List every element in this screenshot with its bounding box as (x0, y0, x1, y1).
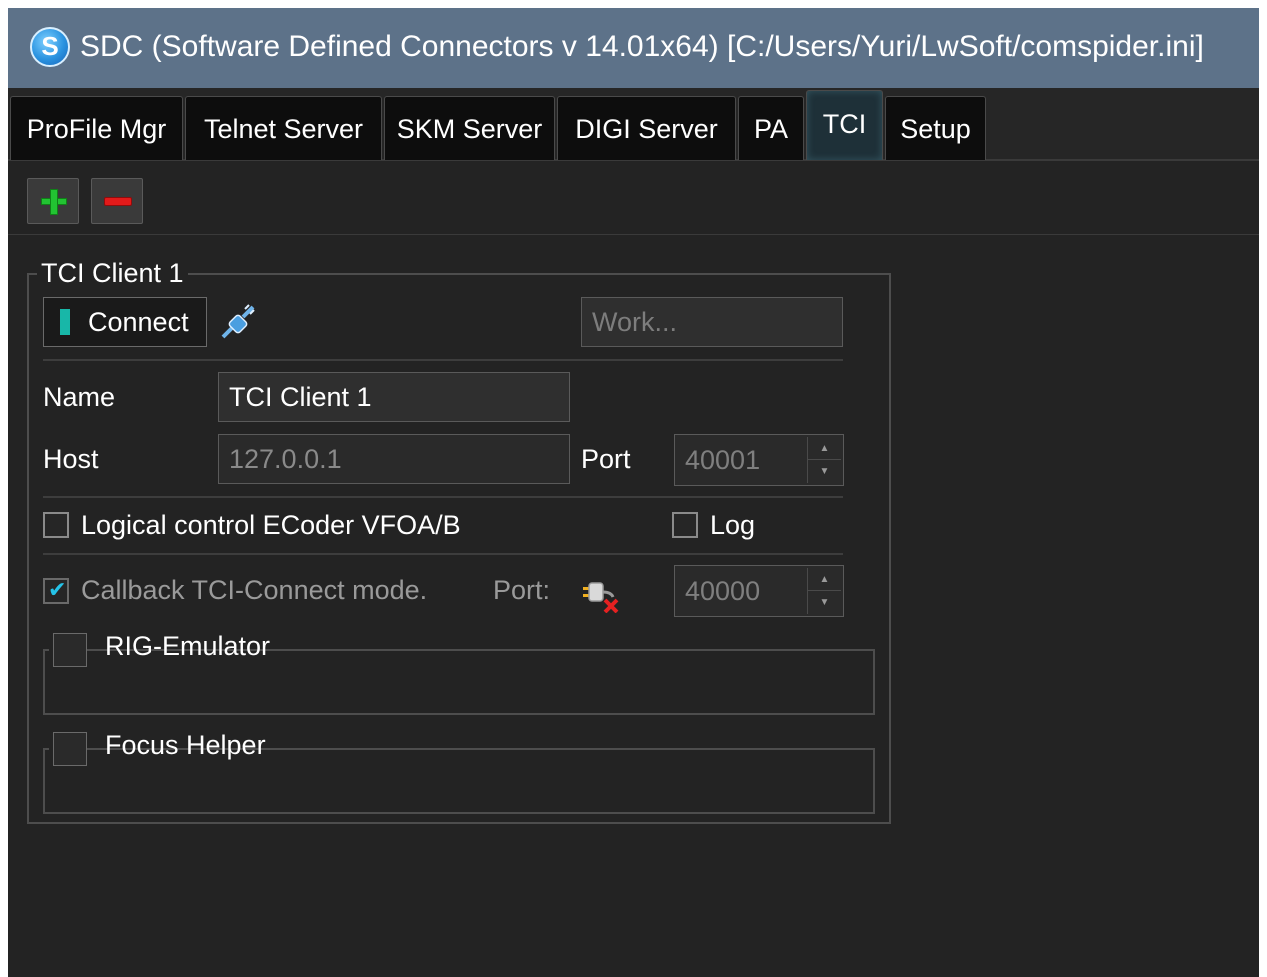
divider (43, 553, 843, 555)
logical-control-checkbox[interactable] (43, 512, 69, 538)
tci-client-group: TCI Client 1 Connect Work... Name TCI Cl… (27, 258, 891, 824)
tab-skm-server[interactable]: SKM Server (384, 96, 555, 160)
app-window: S SDC (Software Defined Connectors v 14.… (8, 8, 1259, 977)
link-icon (221, 304, 255, 339)
focus-helper-checkbox[interactable] (53, 732, 87, 766)
connect-label: Connect (88, 307, 189, 337)
group-title: TCI Client 1 (37, 258, 188, 289)
name-input[interactable]: TCI Client 1 (218, 372, 570, 422)
name-label: Name (43, 382, 116, 412)
title-bar[interactable]: S SDC (Software Defined Connectors v 14.… (8, 8, 1259, 88)
port-spinbox[interactable]: 40001 ▲ ▼ (674, 434, 844, 486)
rig-emulator-checkbox[interactable] (53, 633, 87, 667)
plug-disconnected-icon (583, 582, 619, 613)
tab-bar: ProFile Mgr Telnet Server SKM Server DIG… (8, 88, 1259, 161)
port-up-button[interactable]: ▲ (808, 437, 841, 460)
tab-telnet-server[interactable]: Telnet Server (185, 96, 382, 160)
rig-emulator-group: RIG-Emulator (43, 631, 875, 715)
focus-helper-label: Focus Helper (105, 730, 266, 760)
checkmark-icon: ✔ (48, 577, 67, 602)
toolbar (8, 163, 1259, 235)
window-title: SDC (Software Defined Connectors v 14.01… (80, 30, 1204, 63)
rig-emulator-label: RIG-Emulator (105, 631, 271, 661)
add-client-button[interactable] (27, 178, 79, 224)
tab-tci[interactable]: TCI (806, 90, 883, 160)
focus-helper-group: Focus Helper (43, 730, 875, 814)
callback-port-spinbox[interactable]: 40000 ▲ ▼ (674, 565, 844, 617)
port-value: 40001 (685, 445, 761, 475)
tab-setup[interactable]: Setup (885, 96, 986, 160)
log-label: Log (710, 510, 756, 540)
app-logo-icon: S (30, 27, 70, 67)
tab-digi-server[interactable]: DIGI Server (557, 96, 736, 160)
host-label: Host (43, 444, 99, 474)
divider (43, 496, 843, 498)
host-input[interactable]: 127.0.0.1 (218, 434, 570, 484)
connect-status-led (60, 309, 70, 335)
port-down-button[interactable]: ▼ (808, 460, 841, 483)
remove-client-button[interactable] (91, 178, 143, 224)
callback-checkbox[interactable]: ✔ (43, 577, 69, 604)
callback-port-down-button[interactable]: ▼ (808, 591, 841, 614)
callback-port-up-button[interactable]: ▲ (808, 568, 841, 591)
connect-button[interactable]: Connect (43, 297, 207, 347)
status-field: Work... (581, 297, 843, 347)
callback-label: Callback TCI-Connect mode. (81, 575, 428, 605)
divider (43, 359, 843, 361)
logical-control-label: Logical control ECoder VFOA/B (81, 510, 461, 540)
tab-pa[interactable]: PA (738, 96, 804, 160)
callback-port-label: Port: (493, 575, 551, 605)
port-label: Port (581, 444, 631, 474)
tab-profile-mgr[interactable]: ProFile Mgr (10, 96, 183, 160)
log-checkbox[interactable] (672, 512, 698, 538)
callback-port-value: 40000 (685, 576, 761, 606)
